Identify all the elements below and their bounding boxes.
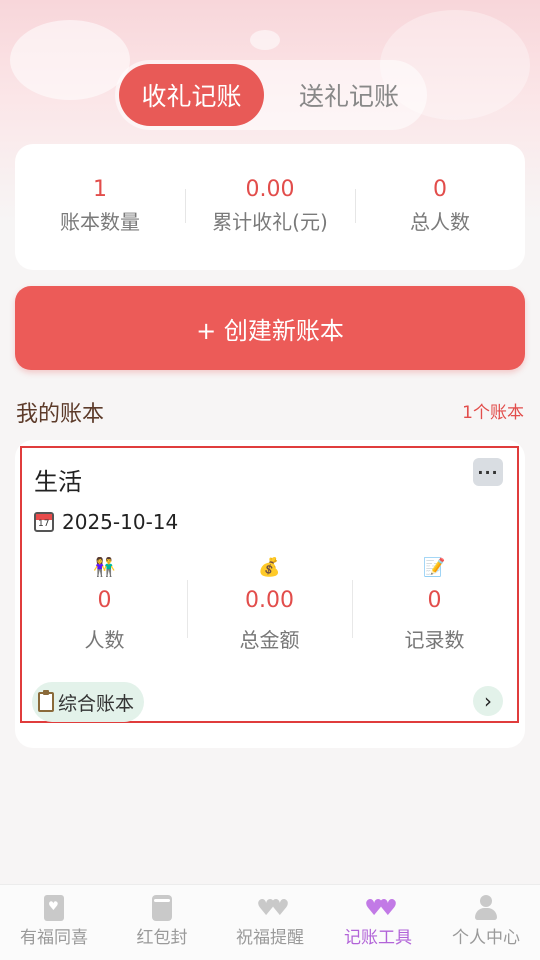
nav-label: 红包封: [136, 928, 188, 948]
nav-label: 有福同喜: [20, 928, 88, 948]
decor-glow: [10, 20, 130, 100]
metric-value: 0: [97, 588, 112, 613]
calendar-icon: [34, 512, 54, 532]
book-type-tag: 综合账本: [32, 682, 145, 722]
stat-value: 0.00: [245, 177, 295, 202]
tab-send-gift[interactable]: 送礼记账: [275, 64, 423, 126]
nav-item-accounting[interactable]: ♥♥ 记账工具: [324, 885, 432, 960]
nav-item-profile[interactable]: 个人中心: [432, 885, 540, 960]
bottom-navigation: 有福同喜 红包封 ♥♥ 祝福提醒 ♥♥ 记账工具 个人中心: [0, 884, 540, 960]
nav-item-blessing[interactable]: 有福同喜: [0, 885, 108, 960]
book-list: 生活 ··· 2025-10-14 👫 0 人数 💰 0.00 总金额 📝 0 …: [15, 440, 525, 748]
metric-amount: 💰 0.00 总金额: [187, 556, 352, 666]
metric-label: 人数: [84, 628, 125, 652]
envelope-icon: [152, 895, 172, 921]
hearts-icon: ♥♥: [256, 895, 290, 921]
hearts-icon: ♥♥: [364, 895, 398, 921]
book-date-row: 2025-10-14: [34, 510, 178, 534]
person-icon: [473, 895, 499, 921]
book-type-label: 综合账本: [58, 692, 135, 715]
section-title: 我的账本: [16, 402, 105, 427]
stat-value: 1: [93, 177, 107, 202]
book-count-label: 1个账本: [462, 403, 524, 423]
metric-value: 0: [427, 588, 442, 613]
chevron-right-icon[interactable]: ›: [473, 686, 503, 716]
stat-label: 累计收礼(元): [212, 210, 328, 234]
stat-label: 账本数量: [60, 210, 140, 234]
decor-glow: [250, 30, 280, 50]
more-options-button[interactable]: ···: [473, 458, 503, 486]
metric-value: 0.00: [245, 588, 294, 613]
nav-item-red-envelope[interactable]: 红包封: [108, 885, 216, 960]
record-type-tabs: 收礼记账 送礼记账: [115, 60, 427, 130]
stat-value: 0: [433, 177, 447, 202]
tab-receive-gift[interactable]: 收礼记账: [119, 64, 264, 126]
stat-total-received: 0.00 累计收礼(元): [185, 175, 355, 239]
metric-label: 记录数: [404, 628, 465, 652]
metric-label: 总金额: [239, 628, 300, 652]
metric-records: 📝 0 记录数: [352, 556, 517, 666]
greeting-card-icon: [44, 895, 64, 921]
nav-label: 祝福提醒: [236, 928, 304, 948]
book-name: 生活: [34, 468, 82, 496]
stat-total-people: 0 总人数: [355, 175, 525, 239]
people-icon: 👫: [93, 557, 116, 578]
create-book-button[interactable]: + 创建新账本: [15, 286, 525, 370]
memo-icon: 📝: [423, 557, 446, 578]
book-metrics: 👫 0 人数 💰 0.00 总金额 📝 0 记录数: [22, 556, 517, 666]
book-card[interactable]: 生活 ··· 2025-10-14 👫 0 人数 💰 0.00 总金额 📝 0 …: [20, 446, 519, 723]
metric-people: 👫 0 人数: [22, 556, 187, 666]
stat-book-count: 1 账本数量: [15, 175, 185, 239]
money-bag-icon: 💰: [258, 557, 281, 578]
clipboard-icon: [38, 690, 54, 712]
summary-stats-card: 1 账本数量 0.00 累计收礼(元) 0 总人数: [15, 144, 525, 270]
nav-label: 记账工具: [344, 928, 412, 948]
nav-item-reminder[interactable]: ♥♥ 祝福提醒: [216, 885, 324, 960]
book-date: 2025-10-14: [62, 510, 179, 534]
nav-label: 个人中心: [452, 928, 520, 948]
stat-label: 总人数: [410, 210, 470, 234]
